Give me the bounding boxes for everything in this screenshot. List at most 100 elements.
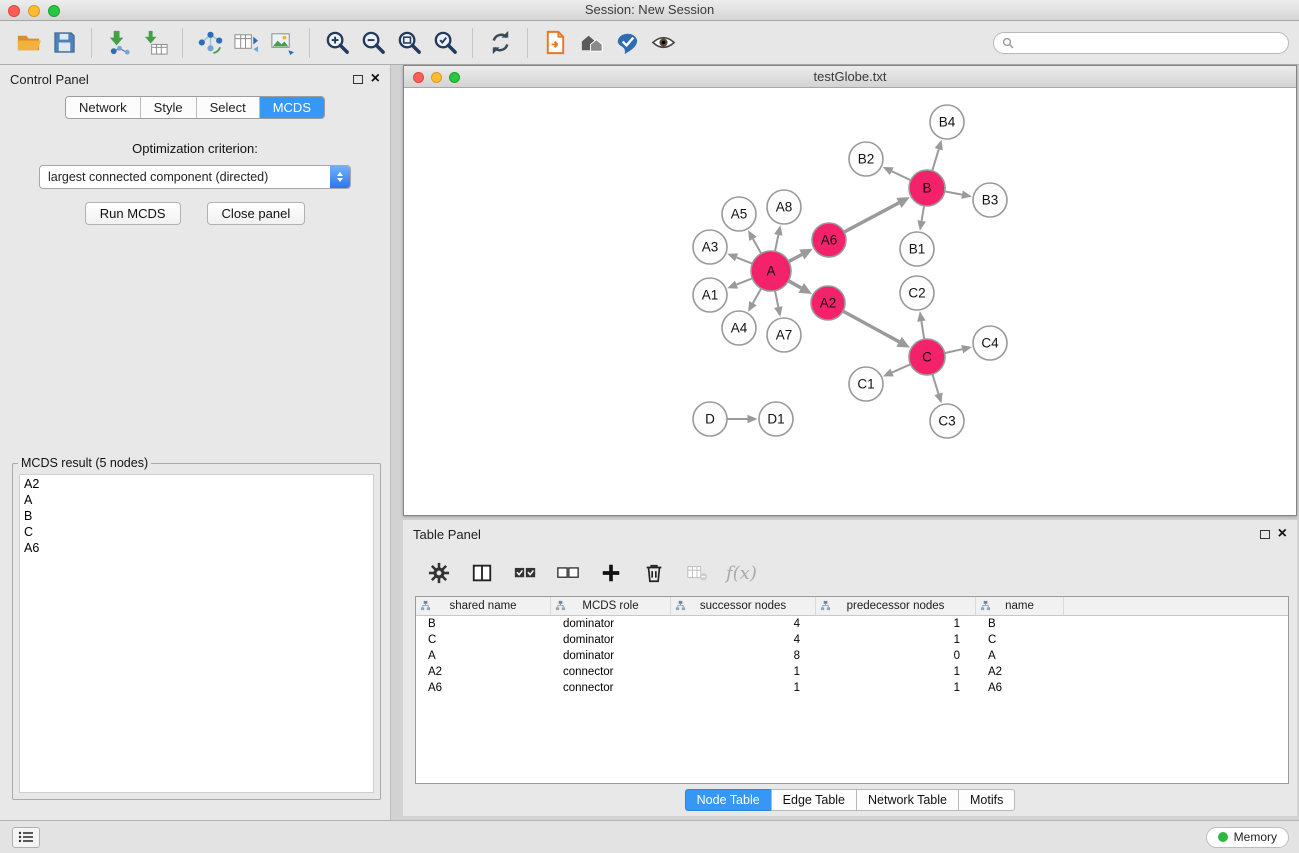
close-panel-icon[interactable]: ×: [371, 74, 380, 84]
network-graph[interactable]: AA1A2A3A4A5A6A7A8BB1B2B3B4CC1C2C3C4DD1: [404, 89, 1296, 516]
graph-node-A7[interactable]: A7: [767, 318, 801, 352]
tab-motifs[interactable]: Motifs: [958, 789, 1015, 811]
export-image-icon[interactable]: [264, 25, 300, 61]
table-cell[interactable]: 8: [671, 650, 816, 662]
graph-edge-A-A2[interactable]: [788, 281, 811, 294]
overview-icon[interactable]: [573, 25, 609, 61]
graph-edge-A-A3[interactable]: [727, 253, 752, 263]
select-all-icon[interactable]: [511, 559, 539, 587]
result-item[interactable]: A6: [24, 540, 369, 556]
graph-edge-A-A5[interactable]: [748, 230, 761, 253]
graph-edge-A-A1[interactable]: [727, 278, 752, 288]
network-close-button[interactable]: [413, 72, 424, 83]
graph-edge-C-C4[interactable]: [945, 345, 972, 353]
tab-mcds[interactable]: MCDS: [260, 97, 324, 118]
graph-edge-B-B2[interactable]: [883, 167, 911, 180]
zoom-out-icon[interactable]: [355, 25, 391, 61]
zoom-selected-icon[interactable]: [427, 25, 463, 61]
column-header-name[interactable]: name: [976, 597, 1064, 615]
graph-edge-B-B4[interactable]: [932, 140, 943, 171]
table-cell[interactable]: 4: [671, 634, 816, 646]
table-cell[interactable]: dominator: [551, 650, 671, 662]
memory-button[interactable]: Memory: [1206, 827, 1289, 848]
table-row[interactable]: Cdominator41C: [416, 632, 1288, 648]
eye-icon[interactable]: [645, 25, 681, 61]
result-item[interactable]: B: [24, 508, 369, 524]
graph-node-B2[interactable]: B2: [849, 142, 883, 176]
graph-edge-A-A4[interactable]: [748, 288, 761, 311]
graph-node-D[interactable]: D: [693, 402, 727, 436]
graph-node-C2[interactable]: C2: [900, 276, 934, 310]
table-cell[interactable]: dominator: [551, 634, 671, 646]
table-cell[interactable]: 1: [816, 634, 976, 646]
result-item[interactable]: C: [24, 524, 369, 540]
graph-node-A8[interactable]: A8: [767, 190, 801, 224]
graph-node-B[interactable]: B: [909, 170, 945, 206]
graph-node-C4[interactable]: C4: [973, 326, 1007, 360]
table-cell[interactable]: 4: [671, 618, 816, 630]
float-panel-icon[interactable]: [353, 75, 363, 84]
open-doc-icon[interactable]: [537, 25, 573, 61]
table-cell[interactable]: A: [976, 650, 1064, 662]
deselect-all-icon[interactable]: [554, 559, 582, 587]
result-item[interactable]: A2: [24, 476, 369, 492]
tab-select[interactable]: Select: [197, 97, 260, 118]
table-cell[interactable]: 0: [816, 650, 976, 662]
zoom-in-icon[interactable]: [319, 25, 355, 61]
table-row[interactable]: Adominator80A: [416, 648, 1288, 664]
table-row[interactable]: A6connector11A6: [416, 680, 1288, 696]
table-cell[interactable]: 1: [671, 682, 816, 694]
table-cell[interactable]: C: [416, 634, 551, 646]
table-cell[interactable]: 1: [816, 618, 976, 630]
table-row[interactable]: A2connector11A2: [416, 664, 1288, 680]
search-box[interactable]: [993, 32, 1289, 54]
graph-node-A[interactable]: A: [751, 251, 791, 291]
table-cell[interactable]: A2: [416, 666, 551, 678]
graph-node-C[interactable]: C: [909, 339, 945, 375]
open-session-icon[interactable]: [10, 25, 46, 61]
column-header-shared-name[interactable]: shared name: [416, 597, 551, 615]
graph-edge-C-C2[interactable]: [917, 311, 925, 339]
mcds-result-list[interactable]: A2ABCA6: [19, 474, 374, 793]
graph-node-B1[interactable]: B1: [900, 232, 934, 266]
graph-edge-C-C1[interactable]: [883, 364, 911, 376]
new-network-icon[interactable]: [192, 25, 228, 61]
search-input[interactable]: [1019, 36, 1280, 50]
table-close-panel-icon[interactable]: ×: [1278, 529, 1287, 539]
graph-node-A3[interactable]: A3: [693, 230, 727, 264]
graph-node-B4[interactable]: B4: [930, 105, 964, 139]
tab-node-table[interactable]: Node Table: [685, 789, 772, 811]
table-cell[interactable]: 1: [671, 666, 816, 678]
graph-node-C1[interactable]: C1: [849, 367, 883, 401]
graph-edge-C-C3[interactable]: [932, 374, 942, 403]
table-row[interactable]: Bdominator41B: [416, 616, 1288, 632]
graph-node-C3[interactable]: C3: [930, 404, 964, 438]
delete-row-icon[interactable]: [640, 559, 668, 587]
graph-node-A5[interactable]: A5: [722, 197, 756, 231]
import-network-icon[interactable]: [101, 25, 137, 61]
graph-node-A4[interactable]: A4: [722, 311, 756, 345]
network-maximize-button[interactable]: [449, 72, 460, 83]
close-panel-button[interactable]: Close panel: [207, 202, 306, 225]
minimize-window-button[interactable]: [28, 5, 40, 17]
criterion-dropdown[interactable]: largest connected component (directed): [39, 165, 351, 189]
add-row-icon[interactable]: [597, 559, 625, 587]
graph-edge-B-B1[interactable]: [917, 206, 925, 231]
settings-icon[interactable]: [425, 559, 453, 587]
table-cell[interactable]: A6: [416, 682, 551, 694]
table-cell[interactable]: A2: [976, 666, 1064, 678]
close-window-button[interactable]: [8, 5, 20, 17]
tab-edge-table[interactable]: Edge Table: [771, 789, 857, 811]
table-cell[interactable]: connector: [551, 666, 671, 678]
validate-icon[interactable]: [609, 25, 645, 61]
graph-edge-A-A7[interactable]: [774, 291, 782, 317]
export-table-icon[interactable]: [228, 25, 264, 61]
table-float-panel-icon[interactable]: [1260, 530, 1270, 539]
graph-edge-A2-C[interactable]: [843, 311, 910, 348]
graph-node-D1[interactable]: D1: [759, 402, 793, 436]
table-cell[interactable]: B: [416, 618, 551, 630]
run-mcds-button[interactable]: Run MCDS: [85, 202, 181, 225]
graph-node-B3[interactable]: B3: [973, 183, 1007, 217]
task-history-button[interactable]: [12, 827, 40, 848]
tab-style[interactable]: Style: [141, 97, 197, 118]
